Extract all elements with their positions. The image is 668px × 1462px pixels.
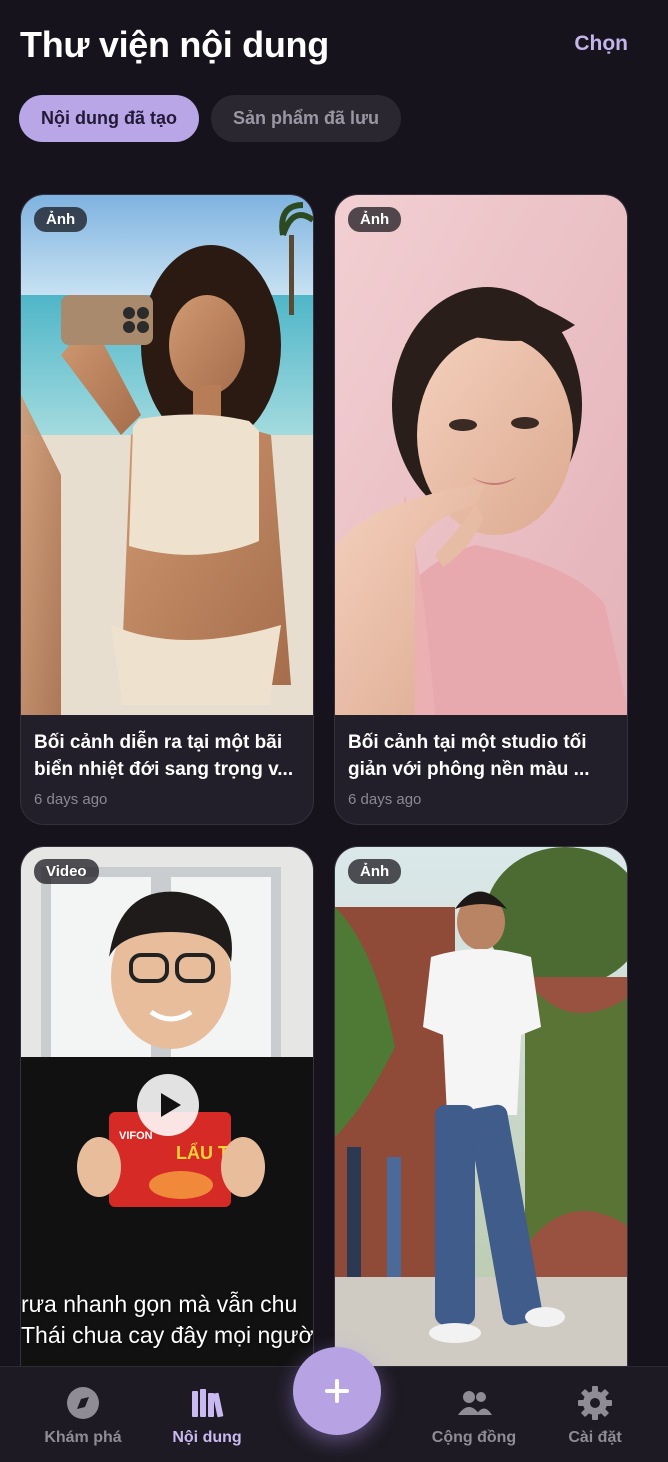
nav-label: Khám phá <box>44 1429 122 1446</box>
nav-item-settings[interactable]: Cài đặt <box>540 1385 650 1447</box>
select-button[interactable]: Chọn <box>574 32 628 56</box>
gear-icon <box>578 1386 612 1420</box>
thumbnail-image <box>335 847 627 1366</box>
nav-label: Cộng đồng <box>431 1429 517 1446</box>
timestamp: 6 days ago <box>348 791 422 808</box>
nav-label: Nội dung <box>172 1429 242 1446</box>
media-type-badge: Ảnh <box>348 207 402 232</box>
card-caption: Bối cảnh tại một studio tối giản với phô… <box>348 729 611 808</box>
caption-text: Bối cảnh diễn ra tại một bãi biển nhiệt … <box>34 732 294 780</box>
thumbnail-image <box>335 195 627 715</box>
content-card[interactable]: Ảnh <box>334 846 628 1366</box>
media-type-badge: Video <box>34 859 99 884</box>
card-caption: Bối cảnh diễn ra tại một bãi biển nhiệt … <box>34 729 297 808</box>
media-type-badge: Ảnh <box>348 859 402 884</box>
create-button[interactable] <box>293 1347 381 1435</box>
nav-item-content[interactable]: Nội dung <box>152 1385 262 1447</box>
content-card[interactable]: VIFON LẨU THÁI Video rưa nhanh gọn mà vẫ… <box>20 846 314 1366</box>
vifon-logo-text: VIFON <box>119 1130 153 1142</box>
caption-text: Bối cảnh tại một studio tối giản với phô… <box>348 732 590 780</box>
nav-item-community[interactable]: Cộng đồng <box>419 1385 529 1447</box>
header: Thư viện nội dung Chọn <box>0 0 668 80</box>
tab-created-content[interactable]: Nội dung đã tạo <box>19 95 199 142</box>
timestamp: 6 days ago <box>34 791 108 808</box>
media-type-badge: Ảnh <box>34 207 88 232</box>
compass-icon <box>67 1387 99 1419</box>
content-card[interactable]: Ảnh Bối cảnh tại một studio tối giản với… <box>334 194 628 825</box>
page-title: Thư viện nội dung <box>20 24 329 65</box>
content-tabs: Nội dung đã tạo Sản phẩm đã lưu <box>19 95 402 142</box>
tab-saved-products[interactable]: Sản phẩm đã lưu <box>210 95 402 142</box>
nav-item-explore[interactable]: Khám phá <box>28 1385 138 1447</box>
thumbnail-image <box>21 195 313 715</box>
video-subtitle-line: Thái chua cay đây mọi ngườ <box>21 1322 313 1348</box>
people-icon <box>458 1391 492 1415</box>
content-card[interactable]: Ảnh Bối cảnh diễn ra tại một bãi biển nh… <box>20 194 314 825</box>
play-icon[interactable] <box>137 1074 199 1136</box>
nav-label: Cài đặt <box>568 1429 622 1446</box>
library-icon <box>192 1389 224 1418</box>
video-subtitle-line: rưa nhanh gọn mà vẫn chu <box>21 1291 298 1317</box>
